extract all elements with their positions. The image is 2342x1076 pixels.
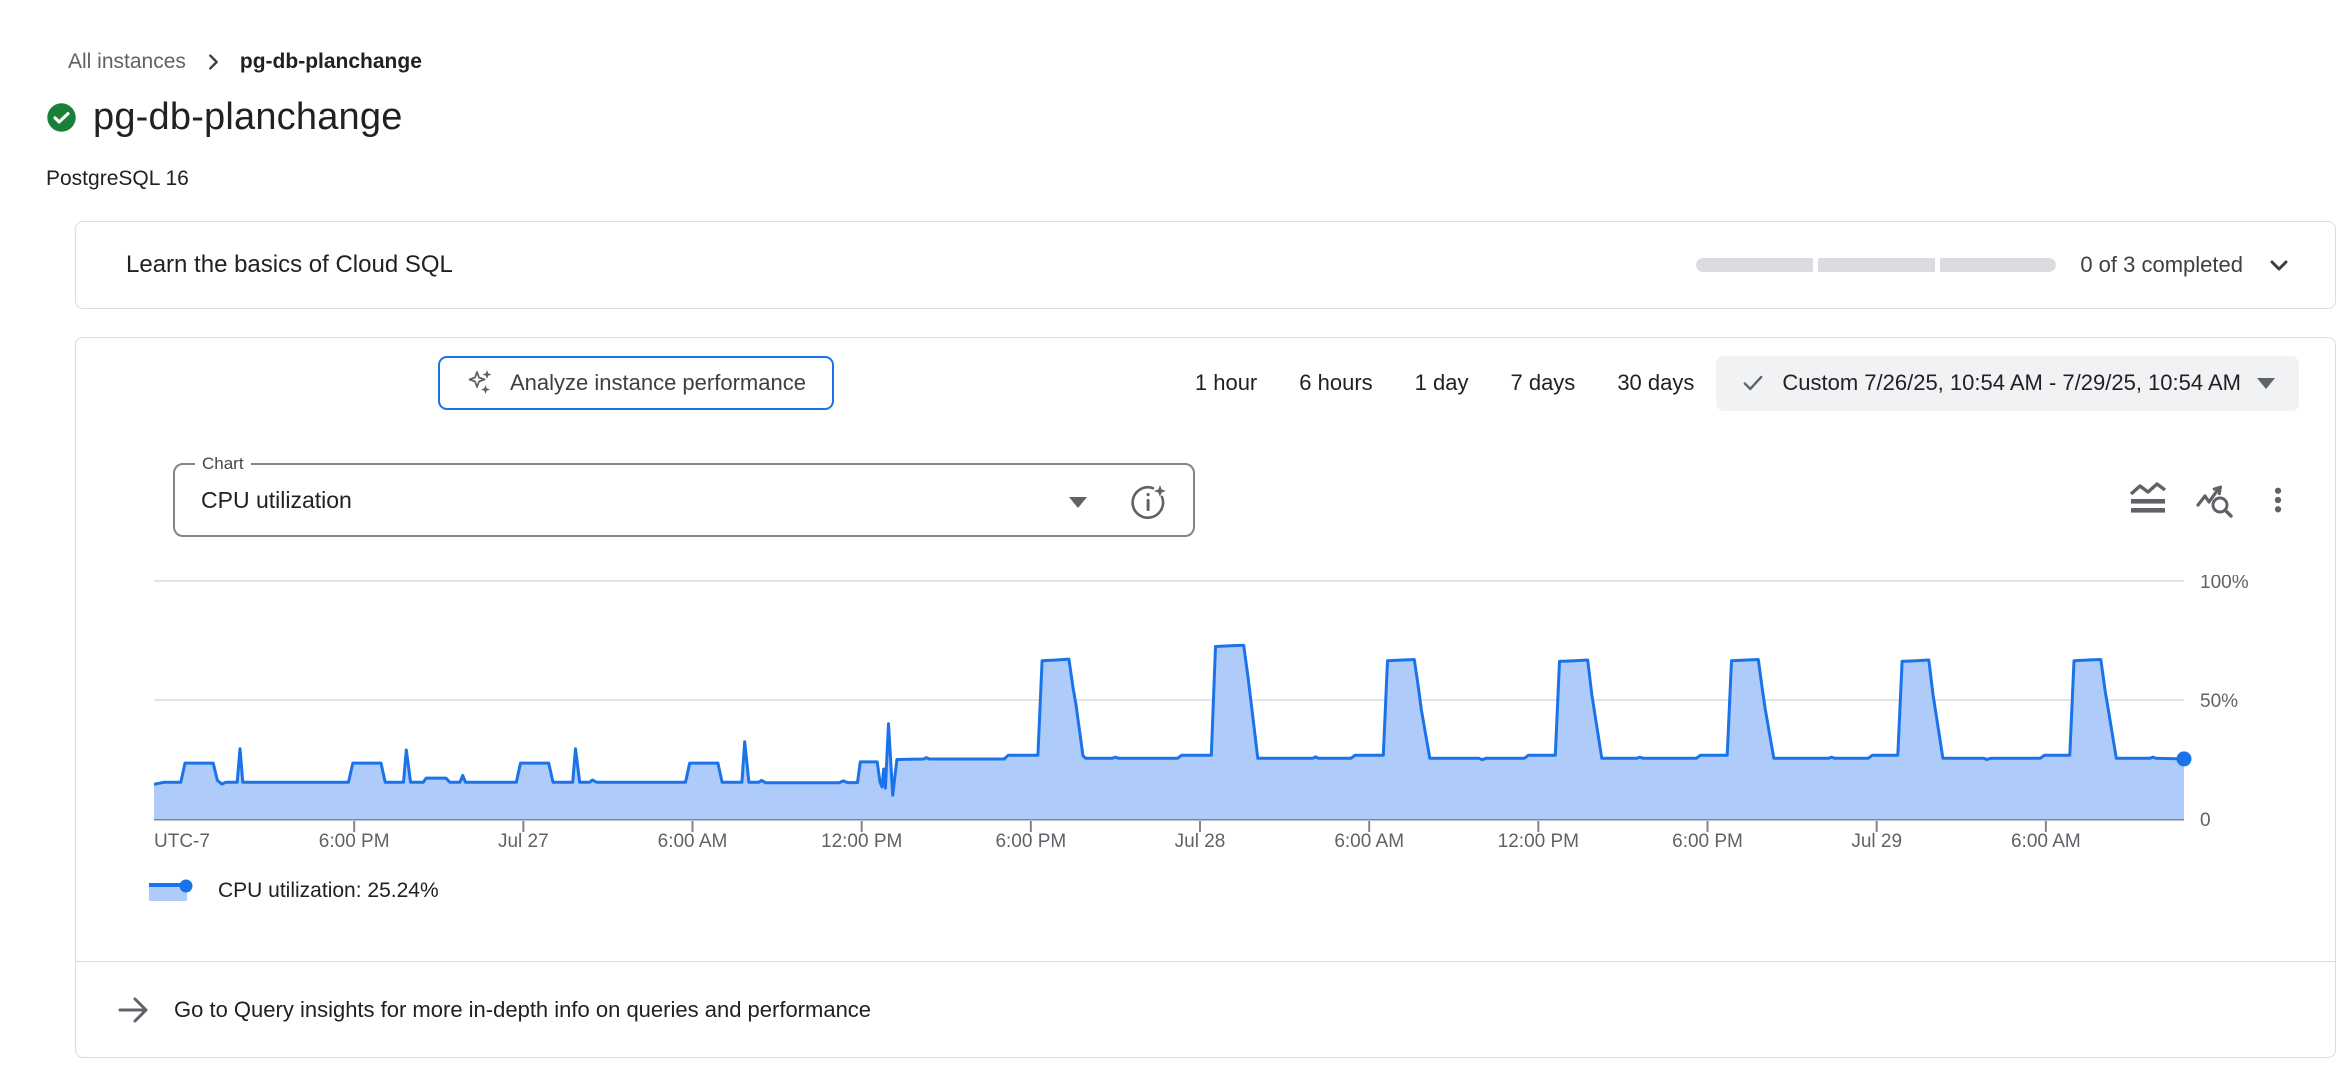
chevron-right-icon <box>202 51 224 73</box>
check-icon <box>1740 370 1766 396</box>
chart-select-label: Chart <box>195 454 251 474</box>
progress-segment <box>1940 258 2057 272</box>
query-insights-link[interactable]: Go to Query insights for more in-depth i… <box>174 997 871 1023</box>
arrow-right-icon <box>116 992 152 1028</box>
range-1-day[interactable]: 1 day <box>1415 370 1469 396</box>
range-1-hour[interactable]: 1 hour <box>1195 370 1257 396</box>
range-7-days[interactable]: 7 days <box>1510 370 1575 396</box>
instance-title-row: pg-db-planchange <box>46 96 2342 139</box>
query-insights-row[interactable]: Go to Query insights for more in-depth i… <box>76 962 2335 1057</box>
svg-text:6:00 AM: 6:00 AM <box>658 831 728 852</box>
chart-toolbar: Analyze instance performance 1 hour 6 ho… <box>76 338 2335 411</box>
svg-text:100%: 100% <box>2200 575 2249 593</box>
analyze-instance-performance-button[interactable]: Analyze instance performance <box>438 356 834 410</box>
svg-text:6:00 PM: 6:00 PM <box>995 831 1066 852</box>
more-options-icon[interactable] <box>2263 479 2293 521</box>
svg-text:6:00 PM: 6:00 PM <box>319 831 390 852</box>
chart-action-icons <box>2127 479 2293 521</box>
chart-controls-row: Chart CPU utilization <box>116 463 2293 537</box>
svg-text:50%: 50% <box>2200 691 2238 712</box>
learn-progress-label: 0 of 3 completed <box>2080 252 2243 278</box>
area-chart-mode-icon[interactable] <box>2127 479 2169 521</box>
page-title: pg-db-planchange <box>93 96 403 139</box>
breadcrumb-all-instances[interactable]: All instances <box>68 50 186 74</box>
learn-basics-card: Learn the basics of Cloud SQL 0 of 3 com… <box>75 221 2336 309</box>
svg-text:6:00 PM: 6:00 PM <box>1672 831 1743 852</box>
legend-label: CPU utilization: 25.24% <box>218 879 439 903</box>
select-dropdown-arrow-icon <box>1069 497 1087 508</box>
learn-progress-bar <box>1696 258 2056 272</box>
svg-text:Jul 28: Jul 28 <box>1175 831 1226 852</box>
svg-text:12:00 PM: 12:00 PM <box>1498 831 1579 852</box>
analyze-button-label: Analyze instance performance <box>510 370 806 396</box>
custom-time-range-selector[interactable]: Custom 7/26/25, 10:54 AM - 7/29/25, 10:5… <box>1716 356 2299 411</box>
dropdown-arrow-icon <box>2257 378 2275 389</box>
ai-insight-icon[interactable] <box>1125 479 1171 525</box>
chart-select-value: CPU utilization <box>175 487 352 514</box>
progress-segment <box>1696 258 1813 272</box>
legend-area-swatch-icon <box>148 879 194 903</box>
chart-plot-area: 0 50% 100% 6:00 PM Jul 27 6:00 AM 12:00 PM 6:00… <box>154 575 2294 860</box>
cpu-utilization-chart[interactable]: 0 50% 100% 6:00 PM Jul 27 6:00 AM 12:00 PM 6:00… <box>154 575 2335 865</box>
range-6-hours[interactable]: 6 hours <box>1299 370 1372 396</box>
svg-text:6:00 AM: 6:00 AM <box>1334 831 1404 852</box>
expand-learn-card-button[interactable] <box>2267 253 2291 277</box>
svg-text:6:00 AM: 6:00 AM <box>2011 831 2081 852</box>
svg-text:12:00 PM: 12:00 PM <box>821 831 902 852</box>
custom-range-label: Custom 7/26/25, 10:54 AM - 7/29/25, 10:5… <box>1782 370 2241 396</box>
range-30-days[interactable]: 30 days <box>1617 370 1694 396</box>
monitoring-chart-card: Analyze instance performance 1 hour 6 ho… <box>75 337 2336 1058</box>
instance-engine-version: PostgreSQL 16 <box>46 167 2342 191</box>
gemini-sparkle-icon <box>466 368 496 398</box>
breadcrumb-current: pg-db-planchange <box>240 50 422 74</box>
svg-text:Jul 27: Jul 27 <box>498 831 549 852</box>
breadcrumb: All instances pg-db-planchange <box>68 50 2342 74</box>
status-healthy-icon <box>46 102 77 133</box>
chart-metric-select[interactable]: Chart CPU utilization <box>173 463 1195 537</box>
svg-text:Jul 29: Jul 29 <box>1851 831 1902 852</box>
svg-text:0: 0 <box>2200 810 2211 831</box>
chart-legend: CPU utilization: 25.24% <box>148 879 2335 903</box>
progress-segment <box>1818 258 1935 272</box>
learn-basics-title: Learn the basics of Cloud SQL <box>126 251 453 279</box>
time-range-links: 1 hour 6 hours 1 day 7 days 30 days <box>1195 370 1695 396</box>
explore-metrics-icon[interactable] <box>2195 479 2237 521</box>
svg-text:UTC-7: UTC-7 <box>154 831 210 852</box>
